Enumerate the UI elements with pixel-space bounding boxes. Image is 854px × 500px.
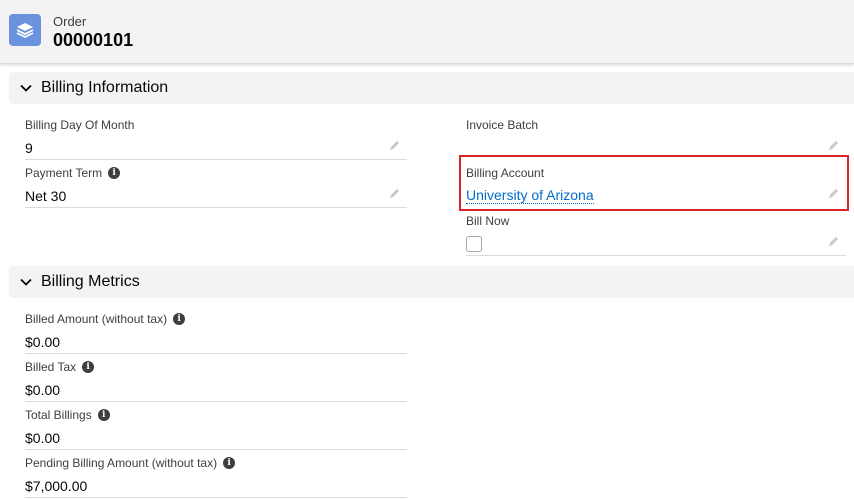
field-label: Billed Tax i: [25, 360, 95, 374]
field-label: Billed Amount (without tax) i: [25, 312, 186, 326]
field-total-billings: Total Billings i $0.00: [25, 408, 407, 450]
edit-pencil-icon[interactable]: [389, 139, 401, 151]
info-icon[interactable]: i: [173, 313, 186, 325]
field-label: Payment Term i: [25, 166, 121, 180]
field-label: Pending Billing Amount (without tax) i: [25, 456, 236, 470]
field-billed-tax: Billed Tax i $0.00: [25, 360, 407, 402]
field-value: $0.00: [25, 382, 61, 398]
field-payment-term: Payment Term i Net 30: [25, 166, 407, 208]
layers-icon: [9, 14, 41, 46]
field-billed-amount: Billed Amount (without tax) i $0.00: [25, 312, 407, 354]
field-value: $0.00: [25, 430, 61, 446]
edit-pencil-icon[interactable]: [828, 235, 840, 247]
field-billing-day-of-month: Billing Day Of Month 9: [25, 118, 407, 160]
record-header: Order 00000101: [0, 0, 854, 64]
info-icon[interactable]: i: [223, 457, 236, 469]
chevron-down-icon: [20, 84, 32, 92]
field-label: Billing Day Of Month: [25, 118, 135, 132]
section-title: Billing Metrics: [41, 273, 140, 290]
record-title: 00000101: [53, 30, 134, 50]
field-invoice-batch: Invoice Batch: [466, 118, 846, 160]
field-label: Invoice Batch: [466, 118, 539, 132]
field-pending-billing-amount: Pending Billing Amount (without tax) i $7…: [25, 456, 407, 498]
field-value: Net 30: [25, 188, 67, 204]
field-label: Total Billings i: [25, 408, 110, 422]
field-value: 9: [25, 140, 33, 156]
field-value: $7,000.00: [25, 478, 88, 494]
section-billing-metrics[interactable]: Billing Metrics: [9, 266, 854, 298]
object-type-label: Order: [53, 14, 87, 29]
section-billing-information[interactable]: Billing Information: [9, 72, 854, 104]
bill-now-checkbox[interactable]: [466, 236, 482, 252]
edit-pencil-icon[interactable]: [828, 139, 840, 151]
field-bill-now: Bill Now: [466, 214, 846, 256]
field-value: $0.00: [25, 334, 61, 350]
section-title: Billing Information: [41, 79, 169, 96]
field-label: Bill Now: [466, 214, 510, 228]
info-icon[interactable]: i: [97, 409, 110, 421]
info-icon[interactable]: i: [82, 361, 95, 373]
edit-pencil-icon[interactable]: [389, 187, 401, 199]
info-icon[interactable]: i: [108, 167, 121, 179]
highlight-box: [459, 155, 849, 211]
chevron-down-icon: [20, 278, 32, 286]
